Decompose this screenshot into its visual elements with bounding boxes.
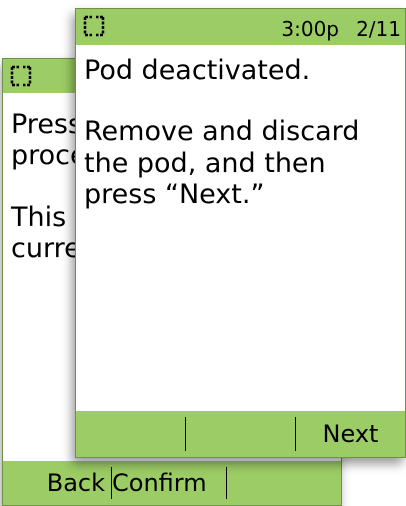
pod-status-icon (83, 15, 105, 37)
current-screen: 3:00p 2/11 Pod deactivated. Remove and d… (75, 8, 406, 458)
confirm-button[interactable]: Confirm (112, 461, 226, 505)
middle-softkey[interactable] (186, 411, 295, 457)
softkey-bar: Next (76, 411, 405, 457)
softkey-divider (226, 467, 227, 499)
left-softkey[interactable] (76, 411, 185, 457)
status-bar: 3:00p 2/11 (76, 9, 405, 45)
softkey-bar: Back Confirm (3, 461, 341, 505)
pod-status-icon (10, 65, 32, 87)
status-time: 3:00p (281, 17, 339, 41)
status-page-indicator: 2/11 (356, 17, 401, 41)
instruction-text: Pod deactivated. Remove and discard the … (84, 55, 399, 210)
instruction-paragraph-1: Pod deactivated. (84, 55, 311, 86)
back-button[interactable]: Back (3, 461, 111, 505)
instruction-paragraph-2: Remove and discard the pod, and then pre… (84, 116, 360, 210)
next-button[interactable]: Next (296, 411, 405, 457)
